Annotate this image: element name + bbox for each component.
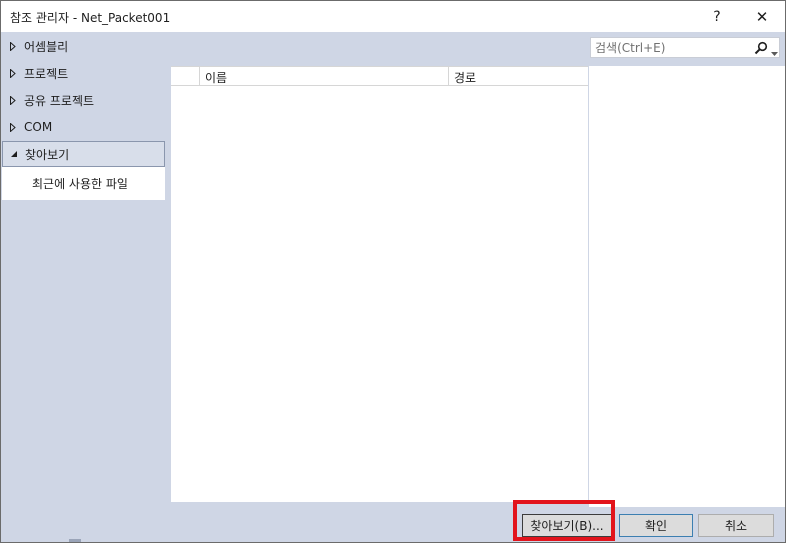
ok-button[interactable]: 확인	[619, 514, 693, 537]
close-button[interactable]: ✕	[742, 1, 782, 32]
caret-down-icon[interactable]	[3, 150, 25, 158]
sidebar-item-browse[interactable]: 찾아보기	[2, 141, 165, 167]
sidebar-item-recent-files[interactable]: 최근에 사용한 파일	[2, 167, 165, 200]
chevron-down-icon[interactable]	[771, 46, 778, 56]
grid-header: 이름 경로	[171, 66, 588, 86]
sidebar-subitem-label: 최근에 사용한 파일	[32, 177, 128, 191]
caret-right-icon[interactable]	[2, 68, 24, 78]
column-header-select[interactable]	[171, 67, 200, 85]
search-icon[interactable]	[754, 41, 768, 55]
search-box[interactable]	[590, 37, 780, 58]
details-pane	[589, 66, 785, 507]
reference-list: 이름 경로	[171, 66, 588, 502]
browse-button[interactable]: 찾아보기(B)...	[522, 514, 612, 537]
resize-grip	[69, 539, 81, 542]
cancel-button[interactable]: 취소	[698, 514, 774, 537]
sidebar-item-assemblies[interactable]: 어셈블리	[2, 33, 165, 59]
sidebar-item-shared-projects[interactable]: 공유 프로젝트	[2, 87, 165, 113]
sidebar-item-com[interactable]: COM	[2, 114, 165, 140]
sidebar-item-label: 어셈블리	[24, 39, 69, 54]
column-header-name[interactable]: 이름	[200, 67, 449, 85]
dialog-footer: 찾아보기(B)... 확인 취소	[1, 507, 785, 542]
caret-right-icon[interactable]	[2, 41, 24, 51]
search-input[interactable]	[595, 40, 745, 55]
sidebar-item-label: COM	[24, 120, 53, 134]
help-button[interactable]: ?	[697, 1, 737, 32]
reference-manager-dialog: 참조 관리자 - Net_Packet001 ? ✕ 어셈블리 프로젝트 공유 …	[0, 0, 786, 543]
title-bar: 참조 관리자 - Net_Packet001 ? ✕	[1, 1, 785, 32]
sidebar-item-label: 공유 프로젝트	[24, 93, 95, 108]
caret-right-icon[interactable]	[2, 95, 24, 105]
sidebar-item-label: 찾아보기	[25, 147, 70, 162]
category-sidebar: 어셈블리 프로젝트 공유 프로젝트 COM 찾아보기 최근에 사용한 파일	[1, 32, 167, 507]
sidebar-item-projects[interactable]: 프로젝트	[2, 60, 165, 86]
window-title: 참조 관리자 - Net_Packet001	[10, 11, 171, 25]
caret-right-icon[interactable]	[2, 122, 24, 132]
column-header-path[interactable]: 경로	[449, 67, 588, 85]
sidebar-item-label: 프로젝트	[24, 66, 69, 81]
